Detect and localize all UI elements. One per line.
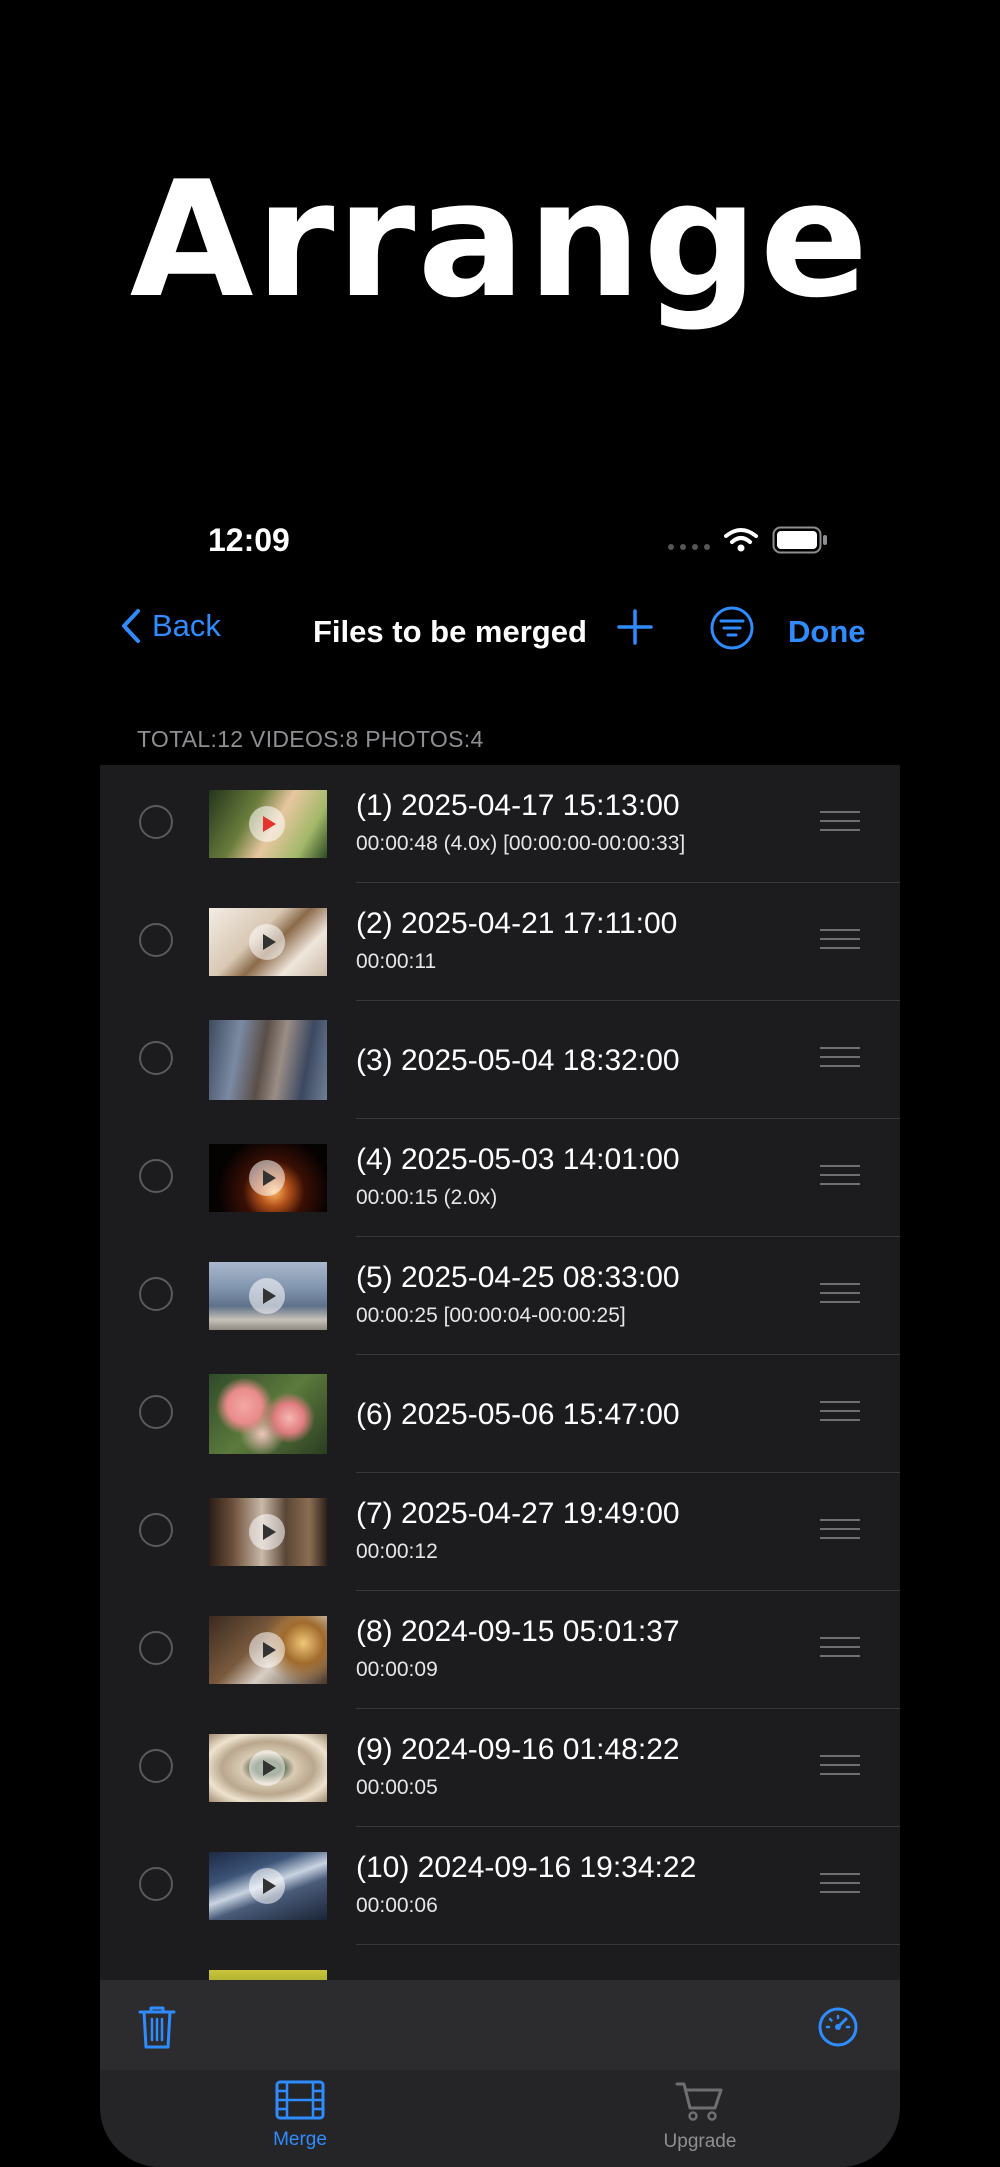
tab-label: Merge — [273, 2129, 327, 2150]
item-subtitle: 00:00:06 — [356, 1894, 438, 1917]
play-icon — [249, 1632, 285, 1668]
phone-screen: 12:09 Back Files to be merged Done TOTAL… — [100, 500, 900, 2167]
list-item[interactable]: (8) 2024-09-15 05:01:37 00:00:09 — [100, 1591, 900, 1709]
select-radio[interactable] — [139, 1395, 173, 1429]
list-item[interactable]: (6) 2025-05-06 15:47:00 — [100, 1355, 900, 1473]
thumbnail — [209, 1616, 327, 1684]
item-title: (5) 2025-04-25 08:33:00 — [356, 1261, 680, 1294]
item-subtitle: 00:00:12 — [356, 1540, 438, 1563]
select-radio[interactable] — [139, 1749, 173, 1783]
list-item[interactable]: (9) 2024-09-16 01:48:22 00:00:05 — [100, 1709, 900, 1827]
list-item[interactable]: (1) 2025-04-17 15:13:00 00:00:48 (4.0x) … — [100, 765, 900, 883]
thumbnail — [209, 1498, 327, 1566]
thumbnail — [209, 1970, 327, 1980]
item-subtitle: 00:00:11 — [356, 950, 437, 973]
drag-handle-icon[interactable] — [820, 1165, 860, 1189]
select-radio[interactable] — [139, 1513, 173, 1547]
drag-handle-icon[interactable] — [820, 1047, 860, 1071]
drag-handle-icon[interactable] — [820, 1519, 860, 1543]
list-item[interactable]: (4) 2025-05-03 14:01:00 00:00:15 (2.0x) — [100, 1119, 900, 1237]
thumbnail — [209, 1374, 327, 1454]
file-list: (1) 2025-04-17 15:13:00 00:00:48 (4.0x) … — [100, 765, 900, 1980]
select-radio[interactable] — [139, 923, 173, 957]
item-title: (1) 2025-04-17 15:13:00 — [356, 789, 680, 822]
speedometer-icon[interactable] — [817, 2006, 859, 2048]
list-item[interactable]: (7) 2025-04-27 19:49:00 00:00:12 — [100, 1473, 900, 1591]
item-title: (9) 2024-09-16 01:48:22 — [356, 1733, 680, 1766]
back-button[interactable]: Back — [120, 608, 221, 644]
select-radio[interactable] — [139, 1041, 173, 1075]
list-item[interactable]: (3) 2025-05-04 18:32:00 — [100, 1001, 900, 1119]
thumbnail — [209, 1852, 327, 1920]
drag-handle-icon[interactable] — [820, 1755, 860, 1779]
film-icon — [275, 2080, 325, 2120]
list-item[interactable]: (10) 2024-09-16 19:34:22 00:00:06 — [100, 1827, 900, 1945]
tab-bar: Merge Upgrade — [100, 2070, 900, 2167]
list-item[interactable] — [100, 1945, 900, 1980]
bottom-toolbar — [100, 1980, 900, 2070]
play-icon — [249, 924, 285, 960]
item-subtitle: 00:00:05 — [356, 1776, 438, 1799]
wifi-icon — [724, 528, 758, 552]
play-icon — [249, 1868, 285, 1904]
list-item[interactable]: (5) 2025-04-25 08:33:00 00:00:25 [00:00:… — [100, 1237, 900, 1355]
play-icon — [249, 1750, 285, 1786]
drag-handle-icon[interactable] — [820, 1401, 860, 1425]
item-title: (4) 2025-05-03 14:01:00 — [356, 1143, 680, 1176]
select-radio[interactable] — [139, 1631, 173, 1665]
hero-title: Arrange — [129, 146, 871, 333]
thumbnail — [209, 1734, 327, 1802]
trash-icon[interactable] — [137, 2004, 177, 2050]
filter-icon[interactable] — [708, 604, 756, 652]
item-subtitle: 00:00:25 [00:00:04-00:00:25] — [356, 1304, 626, 1327]
drag-handle-icon[interactable] — [820, 929, 860, 953]
drag-handle-icon[interactable] — [820, 811, 860, 835]
thumbnail — [209, 1144, 327, 1212]
item-title: (2) 2025-04-21 17:11:00 — [356, 907, 678, 940]
list-item[interactable]: (2) 2025-04-21 17:11:00 00:00:11 — [100, 883, 900, 1001]
play-icon — [249, 1160, 285, 1196]
add-button[interactable] — [610, 602, 660, 652]
chevron-left-icon — [122, 609, 140, 643]
thumbnail — [209, 1262, 327, 1330]
play-icon — [249, 1514, 285, 1550]
select-radio[interactable] — [139, 1867, 173, 1901]
thumbnail — [209, 1020, 327, 1100]
item-title: (3) 2025-05-04 18:32:00 — [356, 1044, 680, 1077]
item-title: (10) 2024-09-16 19:34:22 — [356, 1851, 697, 1884]
thumbnail — [209, 790, 327, 858]
status-bar: 12:09 — [100, 500, 900, 580]
tab-merge[interactable]: Merge — [200, 2080, 400, 2151]
page-title: Files to be merged — [313, 614, 587, 649]
select-radio[interactable] — [139, 805, 173, 839]
item-title: (7) 2025-04-27 19:49:00 — [356, 1497, 680, 1530]
cellular-signal-icon — [668, 544, 710, 550]
play-icon — [249, 806, 285, 842]
tab-upgrade[interactable]: Upgrade — [600, 2080, 800, 2153]
play-icon — [249, 1278, 285, 1314]
select-radio[interactable] — [139, 1277, 173, 1311]
item-subtitle: 00:00:15 (2.0x) — [356, 1186, 498, 1209]
tab-label: Upgrade — [663, 2131, 737, 2152]
item-title: (6) 2025-05-06 15:47:00 — [356, 1398, 680, 1431]
item-subtitle: 00:00:09 — [356, 1658, 438, 1681]
back-label: Back — [152, 608, 221, 643]
file-summary: TOTAL:12 VIDEOS:8 PHOTOS:4 — [137, 726, 484, 752]
done-button[interactable]: Done — [788, 614, 866, 650]
drag-handle-icon[interactable] — [820, 1873, 860, 1897]
status-icons — [668, 526, 828, 554]
cart-icon — [675, 2082, 723, 2121]
select-radio[interactable] — [139, 1159, 173, 1193]
drag-handle-icon[interactable] — [820, 1637, 860, 1661]
thumbnail — [209, 908, 327, 976]
item-subtitle: 00:00:48 (4.0x) [00:00:00-00:00:33] — [356, 832, 686, 855]
status-time: 12:09 — [208, 522, 290, 558]
battery-icon — [772, 526, 827, 554]
navigation-bar: Back Files to be merged Done — [100, 600, 900, 680]
item-title: (8) 2024-09-15 05:01:37 — [356, 1615, 680, 1648]
drag-handle-icon[interactable] — [820, 1283, 860, 1307]
